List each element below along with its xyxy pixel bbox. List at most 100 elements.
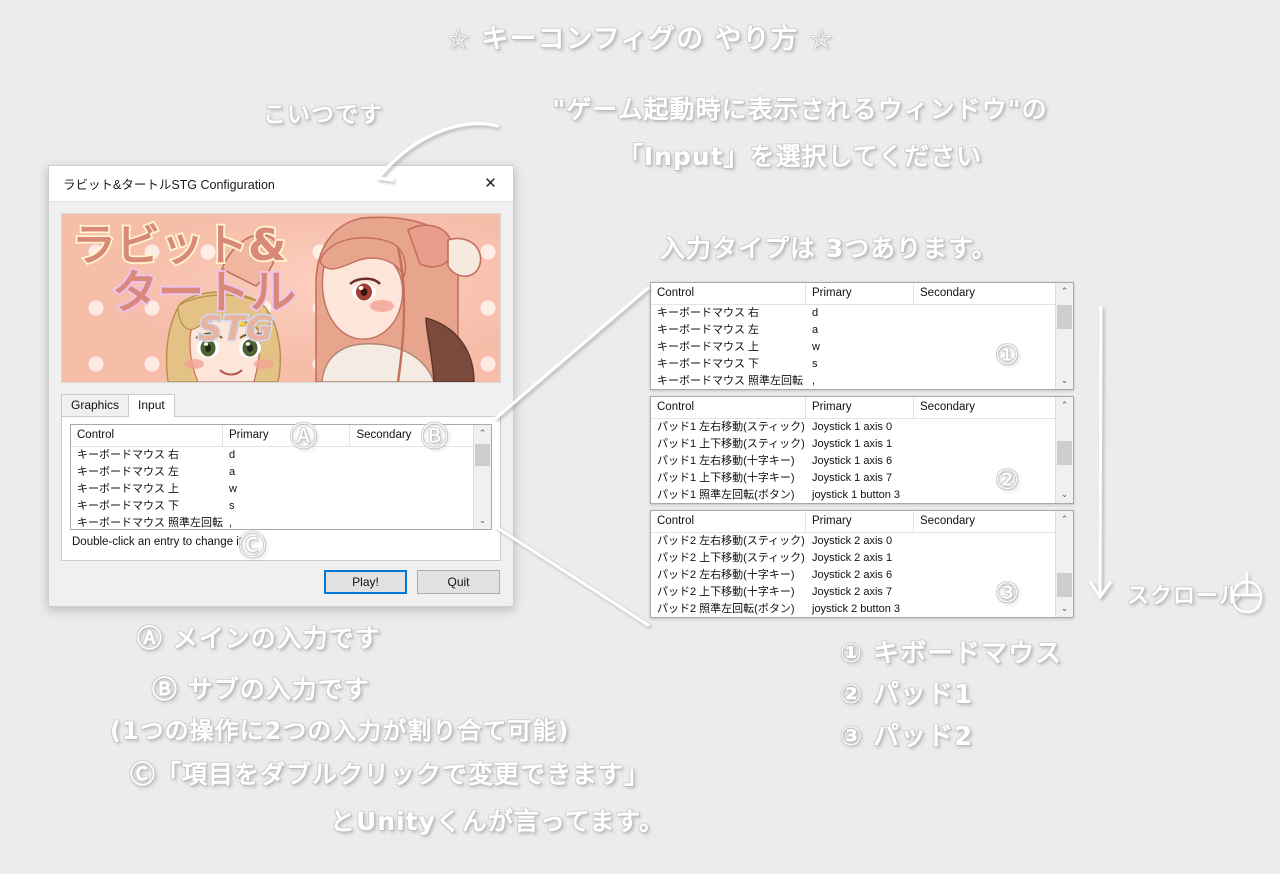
- table-row[interactable]: パッド2 左右移動(十字キー) Joystick 2 axis 6: [651, 567, 1055, 584]
- cell-primary: Joystick 1 axis 1: [812, 438, 893, 450]
- cell-primary: d: [228, 449, 236, 461]
- listbox-scrollbar[interactable]: ⌃ ⌄: [473, 425, 491, 529]
- annotation-this-one: こいつです: [263, 102, 383, 128]
- cell-control: キーボードマウス 右: [77, 449, 180, 461]
- table-row[interactable]: キーボードマウス 右 d: [651, 305, 1055, 322]
- play-button[interactable]: Play!: [324, 570, 407, 594]
- column-header-secondary: Secondary: [920, 287, 975, 299]
- column-header-primary: Primary: [806, 511, 914, 532]
- quit-button[interactable]: Quit: [417, 570, 500, 594]
- scrollbar-thumb[interactable]: [1057, 441, 1072, 465]
- connector-line-top: [494, 286, 650, 420]
- scrollbar-thumb[interactable]: [1057, 305, 1072, 329]
- table-row[interactable]: キーボードマウス 照準左回転 ,: [651, 373, 1055, 389]
- cell-primary: a: [812, 324, 819, 336]
- scroll-up-icon[interactable]: ⌃: [1056, 397, 1073, 414]
- cell-primary: w: [228, 483, 237, 495]
- scroll-arrow-head: [1089, 581, 1112, 599]
- annotation-scroll-label: スクロール: [1127, 584, 1243, 609]
- cell-primary: ,: [812, 375, 816, 387]
- dialog-button-row: Play! Quit: [324, 570, 500, 594]
- column-header-control: Control: [651, 511, 806, 532]
- scroll-up-icon[interactable]: ⌃: [474, 425, 491, 442]
- column-header-control: Control: [651, 283, 806, 304]
- config-dialog-window: ラビット&タートルSTG Configuration ✕ ラビット& タートル …: [48, 165, 514, 607]
- panel-2-scrollbar[interactable]: ⌃ ⌄: [1055, 397, 1073, 503]
- column-header-primary: Primary: [223, 425, 351, 446]
- double-click-hint: Double-click an entry to change it: [72, 536, 243, 548]
- cell-primary: ,: [228, 517, 233, 529]
- column-header-secondary: Secondary: [356, 429, 412, 441]
- cell-control: パッド2 左右移動(十字キー): [657, 569, 795, 581]
- panel-pad-2[interactable]: Control Primary Secondary パッド2 左右移動(スティッ…: [650, 510, 1074, 618]
- table-row[interactable]: キーボードマウス 上 w: [651, 339, 1055, 356]
- annotation-type-2: ② パッド1: [840, 680, 974, 710]
- annotation-c-note-sub: とUnityくんが言ってます。: [330, 807, 665, 836]
- scroll-down-icon[interactable]: ⌄: [1056, 372, 1073, 389]
- table-row[interactable]: キーボードマウス 上 w: [71, 481, 473, 498]
- table-row[interactable]: パッド1 上下移動(十字キー) Joystick 1 axis 7: [651, 470, 1055, 487]
- cell-control: キーボードマウス 左: [657, 324, 760, 336]
- column-header-primary: Primary: [806, 283, 914, 304]
- scroll-up-icon[interactable]: ⌃: [1056, 283, 1073, 300]
- table-row[interactable]: パッド1 照準左回転(ボタン) joystick 1 button 3: [651, 487, 1055, 503]
- banner-logo-text: ラビット& タートル STG: [70, 218, 298, 346]
- annotation-title: ☆ キーコンフィグの やり方 ☆: [445, 24, 835, 55]
- annotation-b-note-sub: (1つの操作に2つの入力が割り合て可能): [110, 717, 570, 745]
- input-bindings-header-row: Control Primary Secondary: [71, 425, 473, 447]
- cell-primary: joystick 1 button 3: [812, 489, 901, 501]
- cell-control: パッド2 上下移動(十字キー): [657, 586, 795, 598]
- input-bindings-listbox[interactable]: Control Primary Secondary キーボードマウス 右 d キ…: [70, 424, 492, 530]
- column-header-control: Control: [651, 397, 806, 418]
- tab-input[interactable]: Input: [128, 394, 175, 417]
- column-header-secondary: Secondary: [920, 401, 975, 413]
- scrollbar-thumb[interactable]: [475, 444, 490, 466]
- table-row[interactable]: パッド2 上下移動(スティック) Joystick 2 axis 1: [651, 550, 1055, 567]
- table-row[interactable]: キーボードマウス 右 d: [71, 447, 473, 464]
- cell-primary: a: [228, 466, 236, 478]
- panel-keyboard-mouse[interactable]: Control Primary Secondary キーボードマウス 右 d キ…: [650, 282, 1074, 390]
- scroll-down-icon[interactable]: ⌄: [1056, 486, 1073, 503]
- scroll-up-icon[interactable]: ⌃: [1056, 511, 1073, 528]
- cell-primary: Joystick 1 axis 7: [812, 472, 893, 484]
- cell-control: キーボードマウス 照準左回転: [77, 517, 223, 529]
- logo-line-1: ラビット&: [72, 220, 286, 271]
- panel-2-header-row: Control Primary Secondary: [651, 397, 1055, 419]
- cell-primary: Joystick 2 axis 6: [812, 569, 893, 581]
- panel-1-scrollbar[interactable]: ⌃ ⌄: [1055, 283, 1073, 389]
- scroll-down-icon[interactable]: ⌄: [474, 512, 491, 529]
- table-row[interactable]: パッド2 上下移動(十字キー) Joystick 2 axis 7: [651, 584, 1055, 601]
- scroll-down-icon[interactable]: ⌄: [1056, 600, 1073, 617]
- tab-graphics[interactable]: Graphics: [61, 394, 130, 416]
- table-row[interactable]: キーボードマウス 照準左回転 ,: [71, 515, 473, 529]
- table-row[interactable]: パッド1 左右移動(スティック) Joystick 1 axis 0: [651, 419, 1055, 436]
- annotation-window-note-line2: 「Input」を選択してください: [617, 142, 983, 171]
- table-row[interactable]: キーボードマウス 左 a: [651, 322, 1055, 339]
- table-row[interactable]: パッド1 上下移動(スティック) Joystick 1 axis 1: [651, 436, 1055, 453]
- cell-primary: d: [812, 307, 819, 319]
- panel-3-scrollbar[interactable]: ⌃ ⌄: [1055, 511, 1073, 617]
- cell-control: パッド2 左右移動(スティック): [657, 535, 805, 547]
- annotation-type-3: ③ パッド2: [840, 722, 974, 752]
- scrollbar-thumb[interactable]: [1057, 573, 1072, 597]
- cell-control: パッド1 上下移動(十字キー): [657, 472, 795, 484]
- scroll-arrow-shaft: [1098, 305, 1103, 599]
- cell-primary: Joystick 2 axis 1: [812, 552, 893, 564]
- panel-1-header-row: Control Primary Secondary: [651, 283, 1055, 305]
- connector-line-bottom: [494, 525, 650, 627]
- panel-pad-1[interactable]: Control Primary Secondary パッド1 左右移動(スティッ…: [650, 396, 1074, 504]
- table-row[interactable]: パッド1 左右移動(十字キー) Joystick 1 axis 6: [651, 453, 1055, 470]
- table-row[interactable]: パッド2 照準左回転(ボタン) joystick 2 button 3: [651, 601, 1055, 617]
- table-row[interactable]: キーボードマウス 下 s: [651, 356, 1055, 373]
- table-row[interactable]: パッド2 左右移動(スティック) Joystick 2 axis 0: [651, 533, 1055, 550]
- table-row[interactable]: キーボードマウス 左 a: [71, 464, 473, 481]
- panel-2-body: Control Primary Secondary パッド1 左右移動(スティッ…: [651, 397, 1055, 503]
- game-banner-image: ラビット& タートル STG: [61, 213, 501, 383]
- close-icon[interactable]: ✕: [468, 166, 513, 200]
- cell-control: パッド1 上下移動(スティック): [657, 438, 805, 450]
- table-row[interactable]: キーボードマウス 下 s: [71, 498, 473, 515]
- cell-control: パッド2 照準左回転(ボタン): [657, 603, 795, 615]
- cell-control: キーボードマウス 照準左回転: [657, 375, 804, 387]
- dialog-title: ラビット&タートルSTG Configuration: [63, 178, 275, 192]
- cell-primary: Joystick 1 axis 6: [812, 455, 893, 467]
